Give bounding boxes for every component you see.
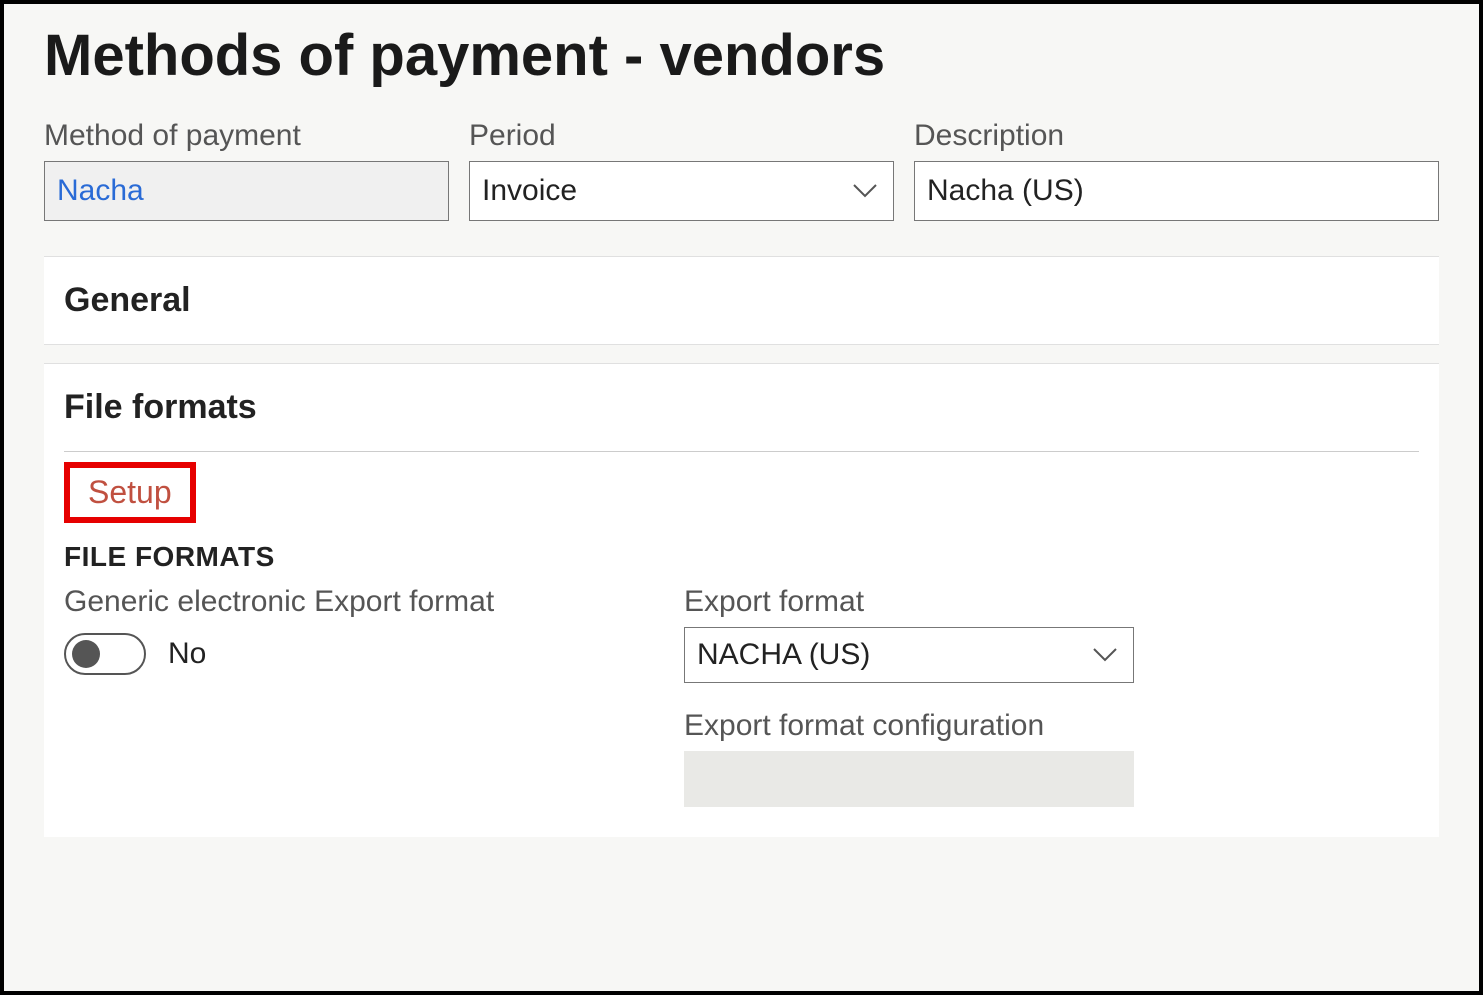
export-format-config-label: Export format configuration <box>684 709 1134 743</box>
period-select-wrap <box>469 161 894 221</box>
generic-export-value: No <box>168 637 206 671</box>
export-format-select-wrap <box>684 627 1134 683</box>
general-fasttab: General <box>44 256 1439 345</box>
page-title: Methods of payment - vendors <box>4 4 1479 119</box>
file-formats-content: Setup FILE FORMATS Generic electronic Ex… <box>44 451 1439 837</box>
description-group: Description <box>914 119 1439 221</box>
method-of-payment-label: Method of payment <box>44 119 449 153</box>
generic-export-label: Generic electronic Export format <box>64 585 624 619</box>
period-label: Period <box>469 119 894 153</box>
file-formats-fasttab: File formats Setup FILE FORMATS Generic … <box>44 363 1439 837</box>
method-of-payment-input[interactable] <box>44 161 449 221</box>
file-formats-fasttab-header[interactable]: File formats <box>44 364 1439 451</box>
export-format-config-input <box>684 751 1134 807</box>
export-format-label: Export format <box>684 585 1134 619</box>
method-of-payment-group: Method of payment <box>44 119 449 221</box>
generic-export-toggle-row: No <box>64 633 624 675</box>
setup-link[interactable]: Setup <box>88 474 172 510</box>
file-formats-left-col: Generic electronic Export format No <box>64 585 624 807</box>
description-label: Description <box>914 119 1439 153</box>
file-formats-section-label: FILE FORMATS <box>64 541 1419 573</box>
period-select[interactable] <box>469 161 894 221</box>
file-formats-columns: Generic electronic Export format No Expo… <box>64 585 1419 807</box>
toggle-knob <box>72 640 100 668</box>
general-fasttab-header[interactable]: General <box>44 257 1439 344</box>
description-input[interactable] <box>914 161 1439 221</box>
divider <box>64 451 1419 452</box>
export-format-select[interactable] <box>684 627 1134 683</box>
file-formats-right-col: Export format Export format configuratio… <box>684 585 1134 807</box>
app-window: Methods of payment - vendors Method of p… <box>0 0 1483 995</box>
period-group: Period <box>469 119 894 221</box>
header-field-row: Method of payment Period Description <box>4 119 1479 256</box>
generic-export-toggle[interactable] <box>64 633 146 675</box>
setup-link-highlight: Setup <box>64 462 196 523</box>
